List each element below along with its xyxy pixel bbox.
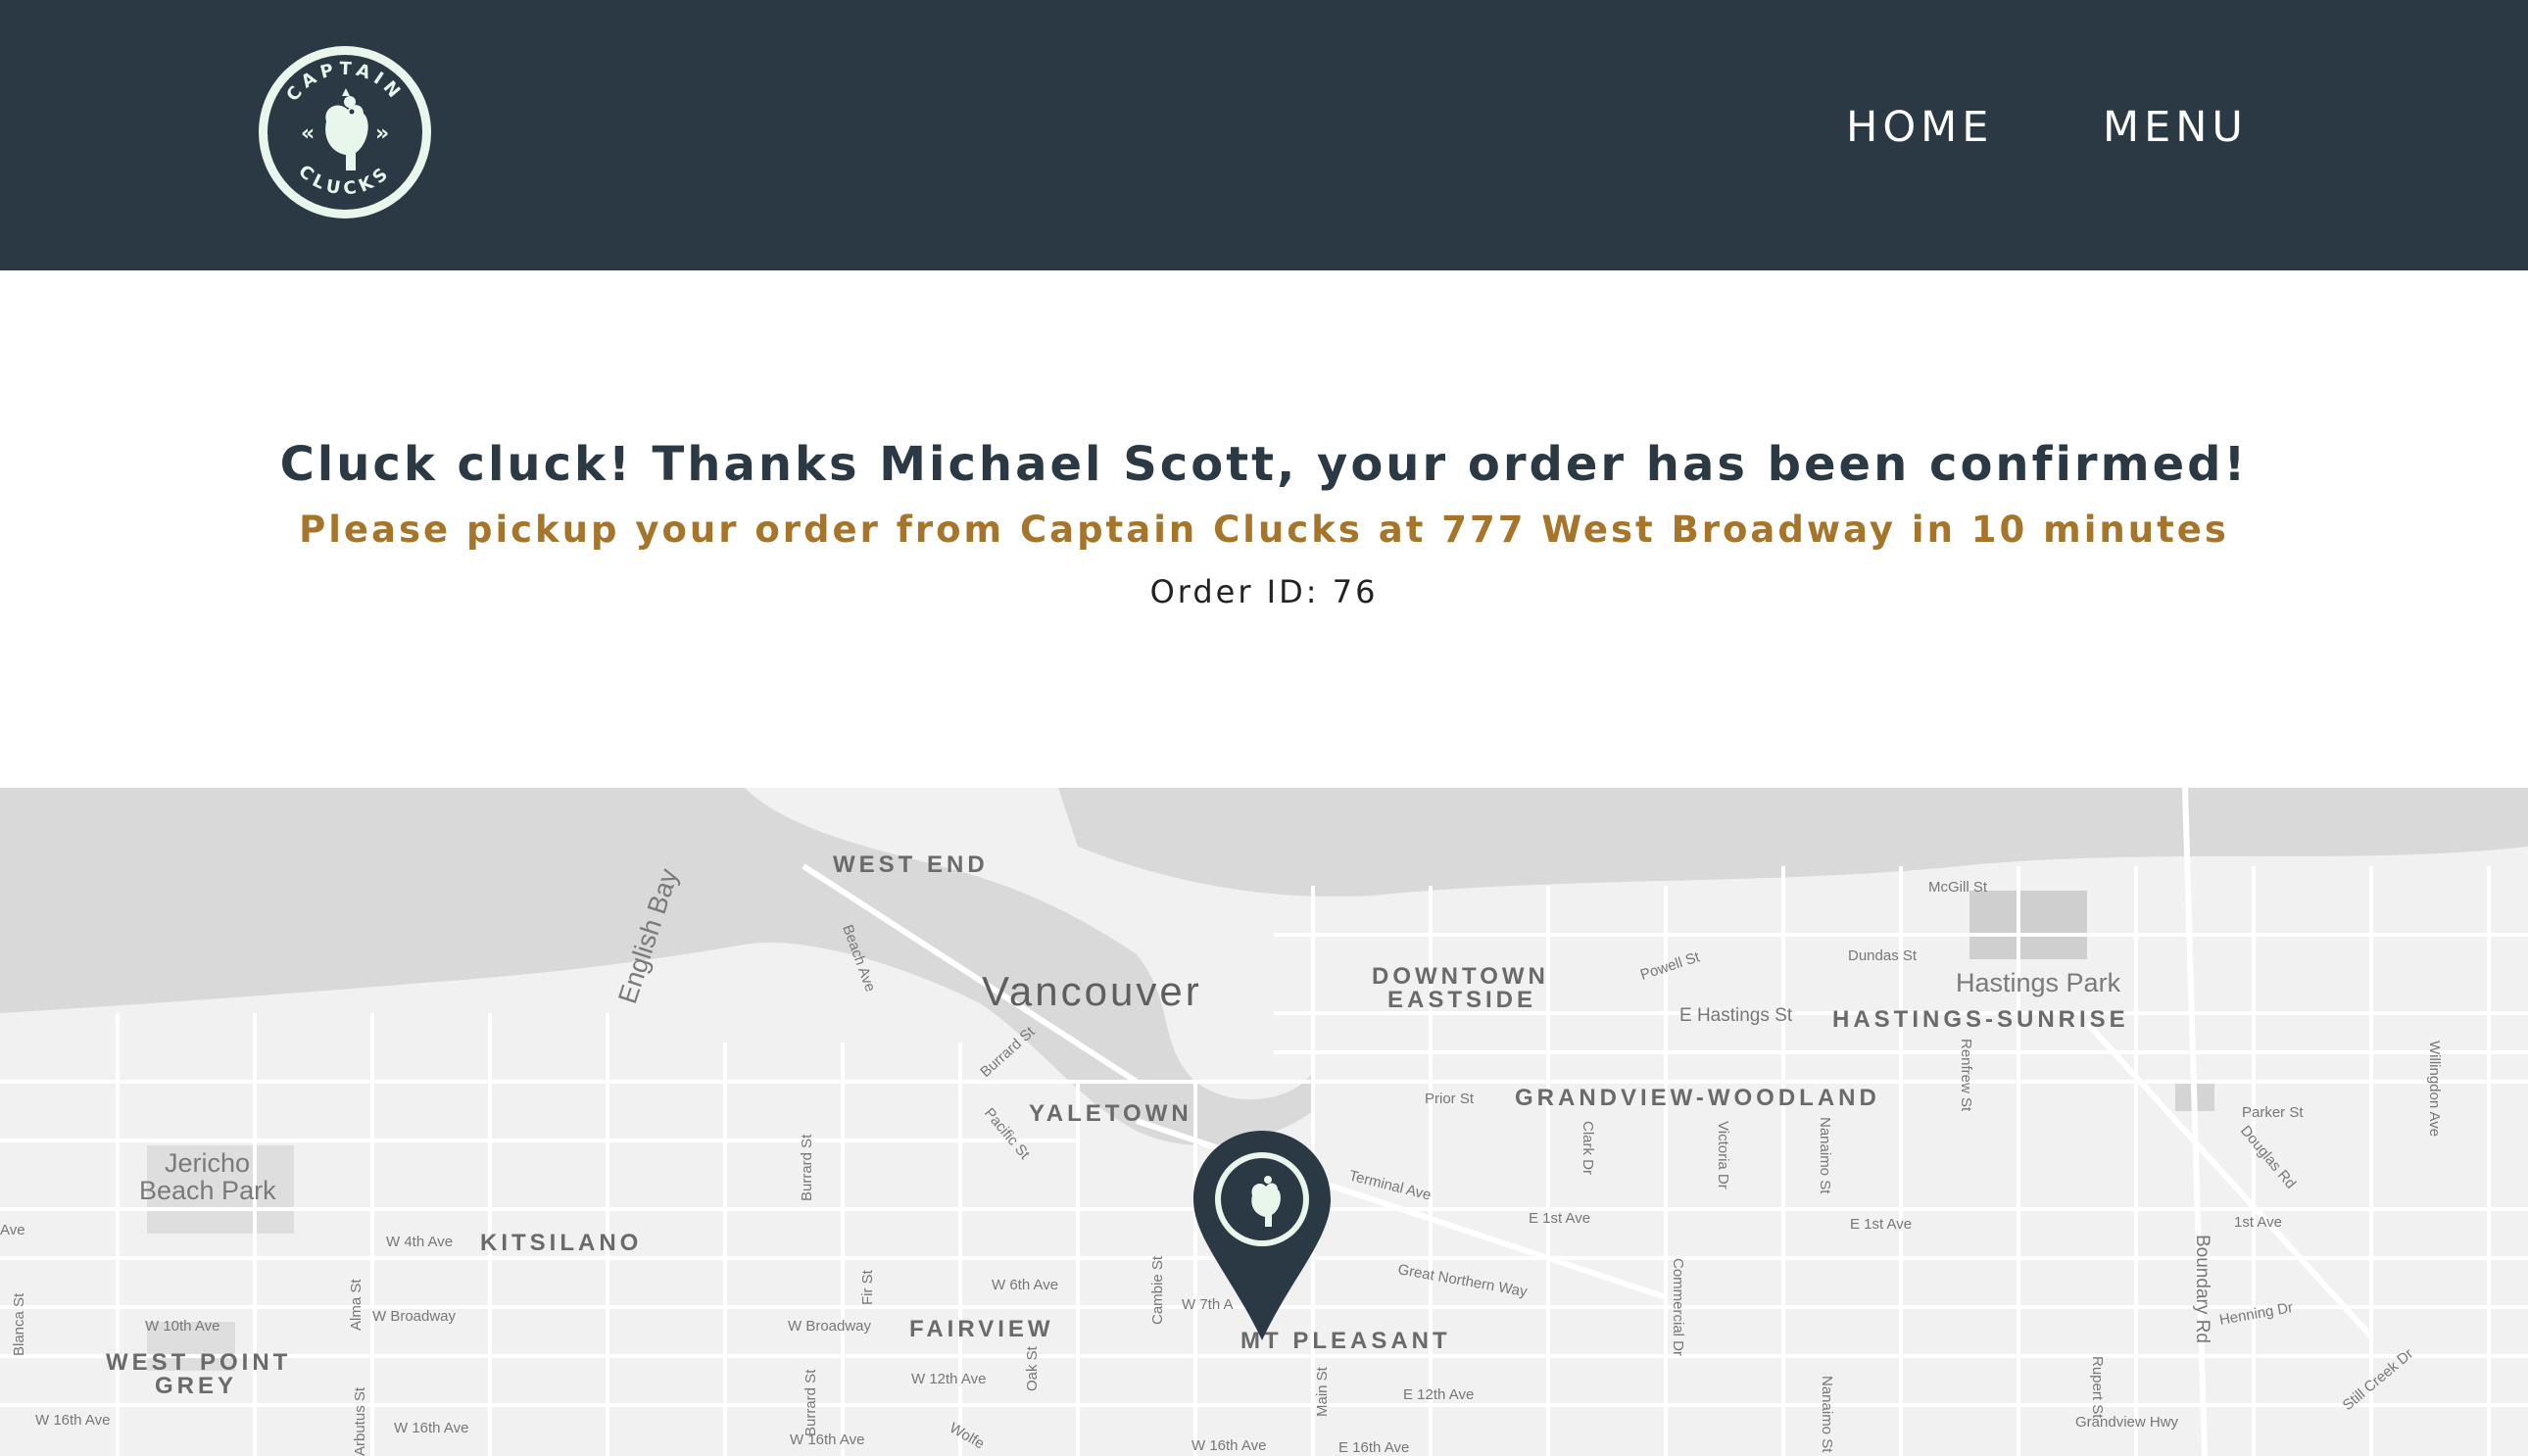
location-map[interactable]: WEST END DOWNTOWN EASTSIDE HASTINGS-SUNR… bbox=[0, 788, 2528, 1456]
map-label-eastside: EASTSIDE bbox=[1387, 987, 1536, 1013]
street-label: Victoria Dr bbox=[1715, 1121, 1731, 1189]
street-label: W 10th Ave bbox=[145, 1318, 219, 1335]
street-label: Ave bbox=[0, 1222, 25, 1238]
map-label-downtown: DOWNTOWN bbox=[1372, 963, 1549, 990]
street-label: 1st Ave bbox=[2234, 1214, 2282, 1231]
street-label: W 4th Ave bbox=[386, 1234, 453, 1250]
street-label: W 16th Ave bbox=[35, 1412, 110, 1429]
street-label: W 12th Ave bbox=[911, 1371, 986, 1387]
street-label: E Hastings St bbox=[1679, 1005, 1793, 1026]
street-label: W Broadway bbox=[372, 1308, 457, 1325]
street-label: Blanca St bbox=[11, 1292, 27, 1356]
site-header: CAPTAIN CLUCKS « » HOME MENU bbox=[0, 0, 2528, 270]
map-label-jericho: Jericho bbox=[165, 1148, 250, 1178]
street-label: Prior St bbox=[1425, 1091, 1475, 1107]
confirmation-title: Cluck cluck! Thanks Michael Scott, your … bbox=[279, 437, 2249, 492]
map-label-grey: GREY bbox=[155, 1373, 237, 1399]
street-label: Fir St bbox=[859, 1269, 876, 1305]
street-label: W 16th Ave bbox=[790, 1432, 864, 1448]
street-label: Willingdon Ave bbox=[2426, 1041, 2443, 1137]
street-label: Commercial Dr bbox=[1670, 1258, 1686, 1356]
map-label-mt-pleasant: MT PLEASANT bbox=[1240, 1328, 1451, 1354]
map-canvas[interactable]: WEST END DOWNTOWN EASTSIDE HASTINGS-SUNR… bbox=[0, 788, 2528, 1456]
captain-clucks-logo-icon[interactable]: CAPTAIN CLUCKS « » bbox=[258, 45, 432, 219]
street-label: Renfrew St bbox=[1958, 1039, 1974, 1112]
street-label: W Broadway bbox=[788, 1318, 872, 1335]
street-label: Main St bbox=[1314, 1366, 1331, 1417]
street-label: W 16th Ave bbox=[394, 1420, 468, 1436]
street-label: E 1st Ave bbox=[1529, 1210, 1590, 1227]
map-label-beach-park: Beach Park bbox=[139, 1176, 276, 1205]
map-label-west-point: WEST POINT bbox=[106, 1349, 291, 1376]
street-label: W 6th Ave bbox=[992, 1277, 1058, 1293]
street-label: E 1st Ave bbox=[1850, 1216, 1912, 1233]
map-label-fairview: FAIRVIEW bbox=[909, 1316, 1054, 1342]
nav-home-link[interactable]: HOME bbox=[1846, 102, 1993, 153]
street-label: Burrard St bbox=[799, 1134, 815, 1201]
street-label: McGill St bbox=[1928, 879, 1988, 896]
street-label: W 16th Ave bbox=[1191, 1437, 1266, 1454]
map-label-yaletown: YALETOWN bbox=[1029, 1100, 1192, 1127]
nav-menu-link[interactable]: MENU bbox=[2103, 102, 2248, 153]
street-label: Burrard St bbox=[802, 1369, 819, 1436]
street-label: Alma St bbox=[348, 1279, 365, 1331]
street-label: Dundas St bbox=[1848, 947, 1918, 964]
svg-text:»: » bbox=[375, 121, 389, 146]
street-label: E 16th Ave bbox=[1338, 1439, 1409, 1456]
map-label-west-end: WEST END bbox=[833, 851, 989, 878]
street-label: Rupert St bbox=[2089, 1356, 2106, 1419]
street-label: Boundary Rd bbox=[2192, 1235, 2212, 1343]
svg-text:«: « bbox=[301, 121, 315, 146]
map-label-grandview-woodland: GRANDVIEW-WOODLAND bbox=[1515, 1085, 1880, 1111]
order-confirmation: Cluck cluck! Thanks Michael Scott, your … bbox=[0, 270, 2528, 788]
street-label: Parker St bbox=[2242, 1104, 2304, 1121]
map-label-city: Vancouver bbox=[982, 968, 1202, 1014]
map-label-kitsilano: KITSILANO bbox=[480, 1230, 642, 1256]
street-label: W 7th A bbox=[1182, 1296, 1234, 1313]
order-id: Order ID: 76 bbox=[1149, 573, 1379, 610]
map-label-hastings-sunrise: HASTINGS-SUNRISE bbox=[1832, 1006, 2129, 1033]
street-label: Oak St bbox=[1024, 1345, 1041, 1391]
street-label: Grandview Hwy bbox=[2075, 1414, 2179, 1431]
street-label: Cambie St bbox=[1149, 1255, 1166, 1325]
map-label-hastings-park: Hastings Park bbox=[1956, 968, 2121, 997]
street-label: Nanaimo St bbox=[1817, 1117, 1833, 1194]
street-label: Arbutus St bbox=[352, 1386, 368, 1456]
pickup-message: Please pickup your order from Captain Cl… bbox=[299, 509, 2229, 551]
street-label: E 12th Ave bbox=[1403, 1386, 1474, 1403]
street-label: Clark Dr bbox=[1580, 1121, 1596, 1175]
street-label: Nanaimo St bbox=[1819, 1376, 1835, 1453]
